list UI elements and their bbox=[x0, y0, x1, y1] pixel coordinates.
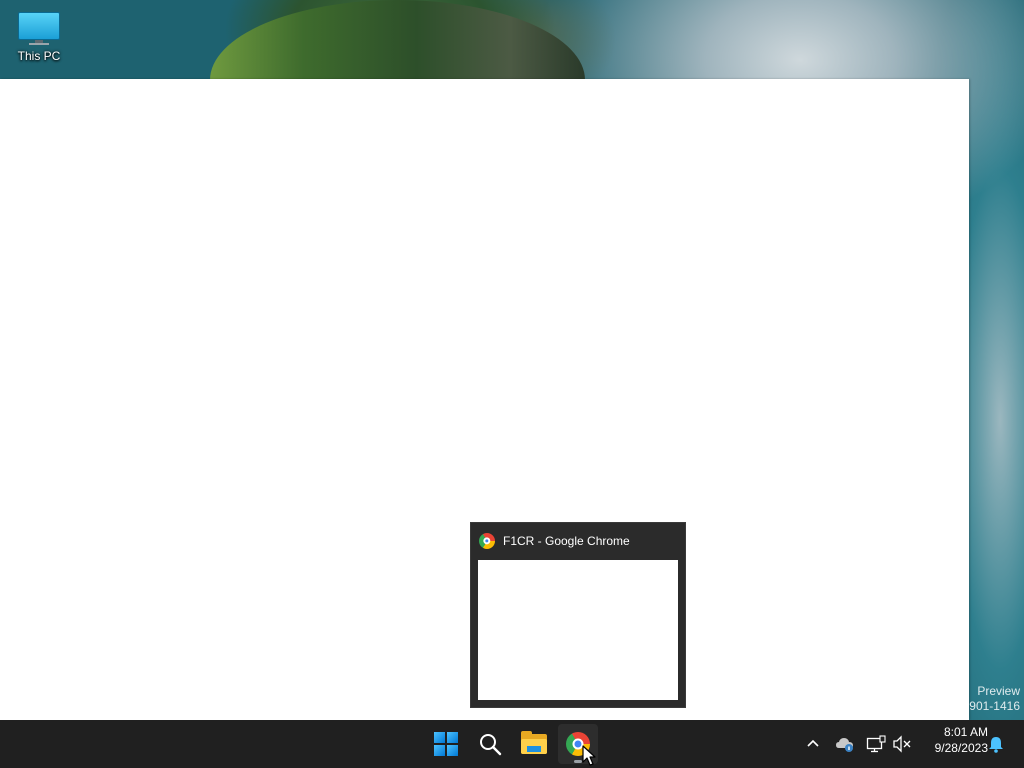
clock-time: 8:01 AM bbox=[943, 725, 988, 739]
watermark-line-2: 901-1416 bbox=[969, 699, 1020, 713]
search-icon bbox=[480, 734, 502, 756]
volume-muted-icon bbox=[893, 735, 911, 753]
desktop-icon-label: This PC bbox=[17, 49, 61, 63]
start-button[interactable] bbox=[426, 724, 466, 764]
chevron-up-icon bbox=[807, 739, 819, 747]
search-button[interactable] bbox=[470, 724, 510, 764]
taskbar-clock[interactable]: 8:01 AM 9/28/2023 bbox=[916, 724, 988, 756]
chrome-icon bbox=[479, 533, 495, 549]
chrome-thumbnail-popup[interactable]: F1CR - Google Chrome bbox=[470, 522, 686, 708]
notifications-button[interactable] bbox=[985, 732, 1007, 756]
mouse-cursor-icon bbox=[582, 745, 596, 766]
running-indicator bbox=[574, 760, 582, 763]
network-tray-button[interactable] bbox=[865, 732, 887, 756]
taskbar bbox=[0, 720, 1024, 768]
thumbnail-title-bar: F1CR - Google Chrome bbox=[479, 531, 630, 551]
show-hidden-icons-button[interactable] bbox=[802, 732, 824, 756]
os-watermark: Preview 901-1416 bbox=[969, 684, 1020, 714]
network-icon bbox=[866, 735, 886, 753]
monitor-icon bbox=[18, 12, 60, 46]
volume-tray-button[interactable] bbox=[891, 732, 913, 756]
thumbnail-preview[interactable] bbox=[478, 560, 678, 700]
onedrive-icon bbox=[836, 738, 853, 752]
file-explorer-button[interactable] bbox=[514, 724, 554, 764]
thumbnail-title: F1CR - Google Chrome bbox=[503, 534, 630, 548]
watermark-line-1: Preview bbox=[977, 684, 1020, 698]
windows-start-icon bbox=[434, 732, 458, 756]
desktop-icon-this-pc[interactable]: This PC bbox=[8, 8, 70, 63]
desktop: This PC Preview 901-1416 8:01 AM 9/28/20… bbox=[0, 0, 1024, 768]
clock-date: 9/28/2023 bbox=[934, 741, 988, 755]
folder-icon bbox=[521, 731, 547, 754]
notification-bell-icon bbox=[989, 737, 1003, 753]
onedrive-tray-button[interactable] bbox=[834, 732, 856, 756]
